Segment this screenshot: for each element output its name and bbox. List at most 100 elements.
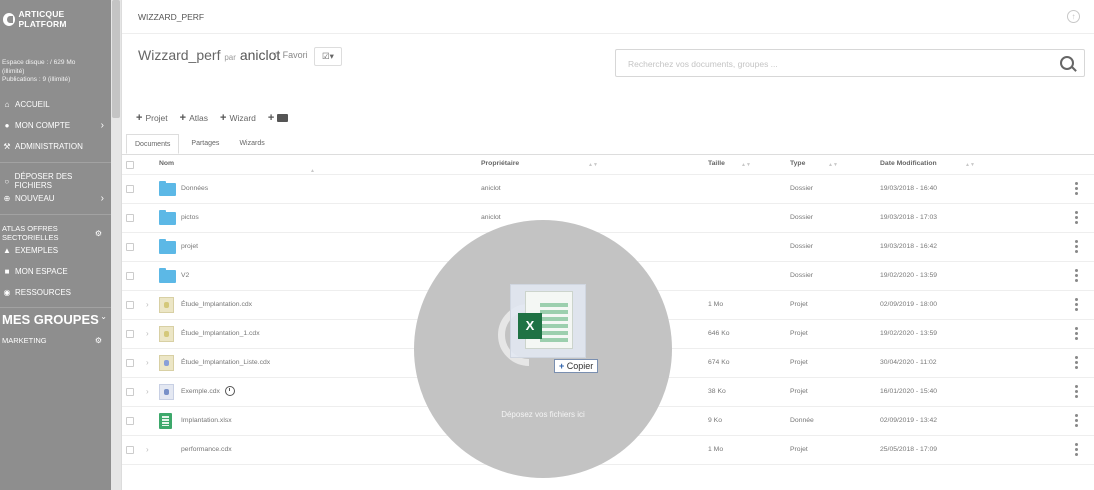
arrow-up-circle-icon[interactable]: ↑ (1067, 10, 1080, 23)
row-checkbox[interactable] (126, 388, 134, 396)
row-checkbox[interactable] (126, 243, 134, 251)
sidebar-item-exemples[interactable]: ▲ EXEMPLES (2, 245, 108, 255)
search-box[interactable] (615, 49, 1085, 77)
sidebar-item-administration[interactable]: ⚒ ADMINISTRATION (2, 141, 108, 151)
row-checkbox[interactable] (126, 417, 134, 425)
file-date: 30/04/2020 - 11:02 (880, 359, 937, 366)
copy-badge: + Copier (554, 359, 599, 373)
articque-logo-icon (3, 12, 16, 26)
more-options-icon[interactable] (1075, 269, 1078, 284)
sort-icon[interactable]: ▲▼ (741, 162, 751, 168)
tab-wizards[interactable]: Wizards (231, 134, 272, 154)
sort-icon[interactable]: ▲▼ (965, 162, 975, 168)
file-type: Projet (790, 301, 808, 308)
search-input[interactable] (626, 55, 1050, 73)
new-project-button[interactable]: + Projet (136, 112, 168, 124)
row-checkbox[interactable] (126, 330, 134, 338)
more-options-icon[interactable] (1075, 240, 1078, 255)
drop-zone[interactable]: X + Copier Déposez vos fichiers ici (414, 220, 672, 478)
sort-asc-icon[interactable]: ▲ (310, 168, 315, 174)
expand-chevron-icon[interactable]: › (146, 436, 149, 464)
file-date: 02/09/2019 - 13:42 (880, 417, 938, 424)
tab-partages[interactable]: Partages (183, 134, 227, 154)
file-name[interactable]: pictos (181, 204, 199, 232)
file-name[interactable]: projet (181, 233, 198, 261)
sort-icon[interactable]: ▲▼ (588, 162, 598, 168)
column-size[interactable]: Taille (708, 156, 725, 172)
sidebar-divider (0, 214, 111, 215)
sort-icon[interactable]: ▲▼ (828, 162, 838, 168)
wrench-icon: ⚒ (3, 141, 11, 151)
sidebar-divider (0, 307, 111, 308)
sidebar-item-marketing[interactable]: MARKETING ⚙ (2, 336, 108, 345)
sidebar-item-atlas-offres[interactable]: ATLAS OFFRES SECTORIELLES ⚙ (2, 224, 108, 242)
folder-icon (159, 210, 176, 226)
new-folder-button[interactable]: + (268, 112, 289, 124)
new-atlas-button[interactable]: + Atlas (180, 112, 208, 124)
favorite-button[interactable]: ☆ Favori (272, 50, 308, 61)
excel-icon: X (518, 313, 542, 339)
expand-chevron-icon[interactable]: › (146, 320, 149, 348)
groups-title[interactable]: MES GROUPES (2, 312, 99, 327)
graduation-cap-icon: ▲ (3, 245, 11, 255)
expand-chevron-icon[interactable]: › (146, 291, 149, 319)
expand-chevron-icon[interactable]: › (146, 378, 149, 406)
sidebar-item-deposer[interactable]: ○ DÉPOSER DES FICHIERS (2, 172, 108, 190)
row-checkbox[interactable] (126, 272, 134, 280)
column-name[interactable]: Nom (159, 156, 174, 172)
row-checkbox[interactable] (126, 446, 134, 454)
sidebar-item-mon-compte[interactable]: ● MON COMPTE › (2, 120, 108, 131)
expand-chevron-icon[interactable]: › (146, 349, 149, 377)
file-name[interactable]: performance.cdx (181, 436, 232, 464)
more-options-icon[interactable] (1075, 211, 1078, 226)
row-checkbox[interactable] (126, 359, 134, 367)
breadcrumb[interactable]: WIZZARD_PERF (138, 12, 204, 22)
file-name[interactable]: Exemple.cdx (181, 378, 235, 406)
brand-logo[interactable]: ARTICQUE PLATFORM (3, 9, 111, 29)
briefcase-icon: ■ (4, 266, 10, 276)
sidebar-item-label: MON COMPTE (15, 120, 71, 130)
search-icon[interactable] (1060, 56, 1074, 70)
more-options-icon[interactable] (1075, 356, 1078, 371)
new-wizard-label: Wizard (229, 113, 256, 123)
row-checkbox[interactable] (126, 301, 134, 309)
gear-icon[interactable]: ⚙ (95, 229, 102, 238)
sidebar-scrollbar[interactable] (111, 0, 122, 490)
more-options-icon[interactable] (1075, 385, 1078, 400)
chevron-down-icon[interactable]: ⌄ (100, 312, 107, 321)
sidebar-item-ressources[interactable]: ◉ RESSOURCES (2, 287, 108, 297)
file-date: 25/05/2018 - 17:09 (880, 446, 938, 453)
file-name[interactable]: Étude_Implantation_Liste.cdx (181, 349, 270, 377)
sidebar-item-mon-espace[interactable]: ■ MON ESPACE (2, 266, 108, 276)
more-options-icon[interactable] (1075, 414, 1078, 429)
more-options-icon[interactable] (1075, 443, 1078, 458)
more-options-icon[interactable] (1075, 298, 1078, 313)
scroll-thumb[interactable] (112, 0, 120, 118)
column-date[interactable]: Date Modification (880, 156, 937, 172)
file-name[interactable]: Étude_Implantation_1.cdx (181, 320, 260, 348)
sidebar-item-label: EXEMPLES (15, 245, 59, 255)
file-name[interactable]: Implantation.xlsx (181, 407, 232, 435)
file-size: 1 Mo (708, 446, 724, 453)
sidebar-item-accueil[interactable]: ⌂ ACCUEIL (2, 99, 108, 109)
file-name[interactable]: Données (181, 175, 208, 203)
select-all-checkbox[interactable] (126, 161, 134, 169)
file-type: Projet (790, 446, 808, 453)
more-options-icon[interactable] (1075, 182, 1078, 197)
user-icon: ● (4, 120, 10, 130)
row-checkbox[interactable] (126, 185, 134, 193)
new-wizard-button[interactable]: + Wizard (220, 112, 256, 124)
file-name[interactable]: Étude_Implantation.cdx (181, 291, 252, 319)
share-dropdown-button[interactable]: ☑▾ (314, 47, 342, 66)
tab-documents[interactable]: Documents (126, 134, 180, 154)
sidebar-item-label: RESSOURCES (15, 287, 72, 297)
table-row[interactable]: pictos aniclot Dossier 19/03/2018 - 17:0… (122, 204, 1094, 233)
gear-icon[interactable]: ⚙ (95, 336, 102, 345)
table-row[interactable]: Données aniclot Dossier 19/03/2018 - 16:… (122, 175, 1094, 204)
row-checkbox[interactable] (126, 214, 134, 222)
column-owner[interactable]: Propriétaire (481, 156, 519, 172)
more-options-icon[interactable] (1075, 327, 1078, 342)
file-name[interactable]: V2 (181, 262, 189, 290)
sidebar-item-nouveau[interactable]: ⊕ NOUVEAU › (2, 193, 108, 204)
column-type[interactable]: Type (790, 156, 805, 172)
